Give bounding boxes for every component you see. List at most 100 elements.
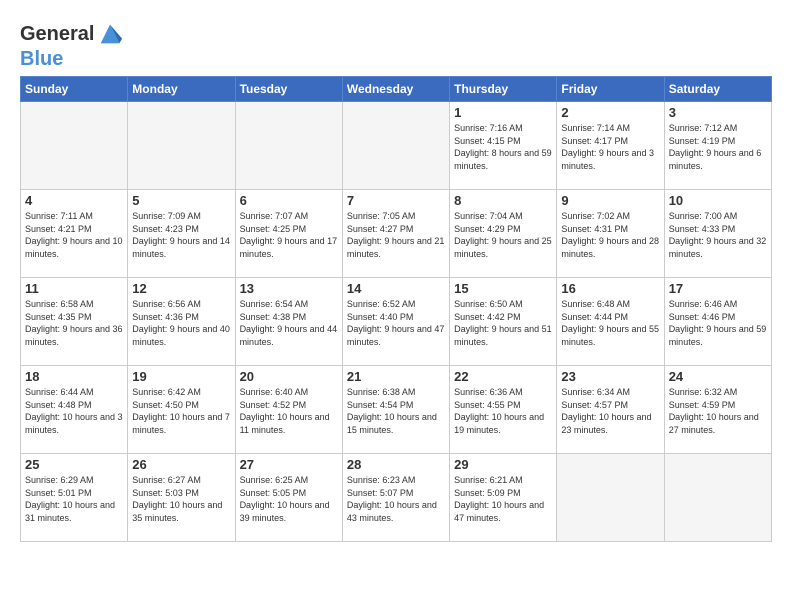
- day-header-monday: Monday: [128, 77, 235, 102]
- day-info: Sunrise: 6:48 AMSunset: 4:44 PMDaylight:…: [561, 298, 659, 348]
- day-number: 8: [454, 193, 552, 208]
- calendar-cell: [557, 454, 664, 542]
- day-number: 9: [561, 193, 659, 208]
- day-info: Sunrise: 6:34 AMSunset: 4:57 PMDaylight:…: [561, 386, 659, 436]
- calendar-cell: 15 Sunrise: 6:50 AMSunset: 4:42 PMDaylig…: [450, 278, 557, 366]
- logo: General Blue: [20, 20, 124, 70]
- day-number: 23: [561, 369, 659, 384]
- day-info: Sunrise: 6:56 AMSunset: 4:36 PMDaylight:…: [132, 298, 230, 348]
- calendar-cell: 22 Sunrise: 6:36 AMSunset: 4:55 PMDaylig…: [450, 366, 557, 454]
- day-number: 18: [25, 369, 123, 384]
- calendar-cell: 23 Sunrise: 6:34 AMSunset: 4:57 PMDaylig…: [557, 366, 664, 454]
- calendar-cell: 12 Sunrise: 6:56 AMSunset: 4:36 PMDaylig…: [128, 278, 235, 366]
- day-header-thursday: Thursday: [450, 77, 557, 102]
- day-number: 24: [669, 369, 767, 384]
- calendar-cell: 11 Sunrise: 6:58 AMSunset: 4:35 PMDaylig…: [21, 278, 128, 366]
- day-info: Sunrise: 6:32 AMSunset: 4:59 PMDaylight:…: [669, 386, 767, 436]
- header: General Blue: [20, 16, 772, 70]
- calendar-cell: 7 Sunrise: 7:05 AMSunset: 4:27 PMDayligh…: [342, 190, 449, 278]
- day-info: Sunrise: 7:14 AMSunset: 4:17 PMDaylight:…: [561, 122, 659, 172]
- week-row-3: 11 Sunrise: 6:58 AMSunset: 4:35 PMDaylig…: [21, 278, 772, 366]
- day-info: Sunrise: 6:42 AMSunset: 4:50 PMDaylight:…: [132, 386, 230, 436]
- day-info: Sunrise: 7:04 AMSunset: 4:29 PMDaylight:…: [454, 210, 552, 260]
- day-info: Sunrise: 7:00 AMSunset: 4:33 PMDaylight:…: [669, 210, 767, 260]
- day-info: Sunrise: 6:44 AMSunset: 4:48 PMDaylight:…: [25, 386, 123, 436]
- calendar-cell: 14 Sunrise: 6:52 AMSunset: 4:40 PMDaylig…: [342, 278, 449, 366]
- day-number: 20: [240, 369, 338, 384]
- day-number: 4: [25, 193, 123, 208]
- calendar-cell: [235, 102, 342, 190]
- day-number: 15: [454, 281, 552, 296]
- calendar-cell: 20 Sunrise: 6:40 AMSunset: 4:52 PMDaylig…: [235, 366, 342, 454]
- calendar-cell: 26 Sunrise: 6:27 AMSunset: 5:03 PMDaylig…: [128, 454, 235, 542]
- calendar-cell: [664, 454, 771, 542]
- day-number: 7: [347, 193, 445, 208]
- calendar-cell: [342, 102, 449, 190]
- day-info: Sunrise: 6:25 AMSunset: 5:05 PMDaylight:…: [240, 474, 338, 524]
- day-number: 21: [347, 369, 445, 384]
- day-info: Sunrise: 7:12 AMSunset: 4:19 PMDaylight:…: [669, 122, 767, 172]
- day-info: Sunrise: 7:09 AMSunset: 4:23 PMDaylight:…: [132, 210, 230, 260]
- day-info: Sunrise: 6:50 AMSunset: 4:42 PMDaylight:…: [454, 298, 552, 348]
- day-number: 28: [347, 457, 445, 472]
- calendar-cell: 16 Sunrise: 6:48 AMSunset: 4:44 PMDaylig…: [557, 278, 664, 366]
- day-info: Sunrise: 7:02 AMSunset: 4:31 PMDaylight:…: [561, 210, 659, 260]
- calendar-cell: 6 Sunrise: 7:07 AMSunset: 4:25 PMDayligh…: [235, 190, 342, 278]
- day-header-friday: Friday: [557, 77, 664, 102]
- day-number: 5: [132, 193, 230, 208]
- calendar-cell: 5 Sunrise: 7:09 AMSunset: 4:23 PMDayligh…: [128, 190, 235, 278]
- day-number: 10: [669, 193, 767, 208]
- calendar-cell: 2 Sunrise: 7:14 AMSunset: 4:17 PMDayligh…: [557, 102, 664, 190]
- day-number: 25: [25, 457, 123, 472]
- day-info: Sunrise: 6:46 AMSunset: 4:46 PMDaylight:…: [669, 298, 767, 348]
- calendar-cell: 10 Sunrise: 7:00 AMSunset: 4:33 PMDaylig…: [664, 190, 771, 278]
- day-info: Sunrise: 6:36 AMSunset: 4:55 PMDaylight:…: [454, 386, 552, 436]
- logo-text-blue: Blue: [20, 48, 63, 70]
- day-info: Sunrise: 7:16 AMSunset: 4:15 PMDaylight:…: [454, 122, 552, 172]
- day-number: 26: [132, 457, 230, 472]
- day-number: 2: [561, 105, 659, 120]
- calendar-cell: 19 Sunrise: 6:42 AMSunset: 4:50 PMDaylig…: [128, 366, 235, 454]
- calendar-cell: 21 Sunrise: 6:38 AMSunset: 4:54 PMDaylig…: [342, 366, 449, 454]
- week-row-1: 1 Sunrise: 7:16 AMSunset: 4:15 PMDayligh…: [21, 102, 772, 190]
- week-row-5: 25 Sunrise: 6:29 AMSunset: 5:01 PMDaylig…: [21, 454, 772, 542]
- day-header-wednesday: Wednesday: [342, 77, 449, 102]
- calendar-cell: 25 Sunrise: 6:29 AMSunset: 5:01 PMDaylig…: [21, 454, 128, 542]
- day-info: Sunrise: 6:29 AMSunset: 5:01 PMDaylight:…: [25, 474, 123, 524]
- day-info: Sunrise: 6:52 AMSunset: 4:40 PMDaylight:…: [347, 298, 445, 348]
- day-info: Sunrise: 6:38 AMSunset: 4:54 PMDaylight:…: [347, 386, 445, 436]
- calendar: SundayMondayTuesdayWednesdayThursdayFrid…: [20, 76, 772, 542]
- calendar-cell: [128, 102, 235, 190]
- day-number: 19: [132, 369, 230, 384]
- calendar-cell: 24 Sunrise: 6:32 AMSunset: 4:59 PMDaylig…: [664, 366, 771, 454]
- calendar-header-row: SundayMondayTuesdayWednesdayThursdayFrid…: [21, 77, 772, 102]
- day-header-sunday: Sunday: [21, 77, 128, 102]
- day-number: 1: [454, 105, 552, 120]
- calendar-cell: 29 Sunrise: 6:21 AMSunset: 5:09 PMDaylig…: [450, 454, 557, 542]
- day-info: Sunrise: 6:40 AMSunset: 4:52 PMDaylight:…: [240, 386, 338, 436]
- calendar-cell: 8 Sunrise: 7:04 AMSunset: 4:29 PMDayligh…: [450, 190, 557, 278]
- day-info: Sunrise: 7:11 AMSunset: 4:21 PMDaylight:…: [25, 210, 123, 260]
- calendar-cell: 28 Sunrise: 6:23 AMSunset: 5:07 PMDaylig…: [342, 454, 449, 542]
- calendar-cell: 27 Sunrise: 6:25 AMSunset: 5:05 PMDaylig…: [235, 454, 342, 542]
- calendar-cell: 17 Sunrise: 6:46 AMSunset: 4:46 PMDaylig…: [664, 278, 771, 366]
- logo-text-general: General: [20, 23, 94, 45]
- day-number: 17: [669, 281, 767, 296]
- calendar-cell: 3 Sunrise: 7:12 AMSunset: 4:19 PMDayligh…: [664, 102, 771, 190]
- week-row-4: 18 Sunrise: 6:44 AMSunset: 4:48 PMDaylig…: [21, 366, 772, 454]
- day-number: 3: [669, 105, 767, 120]
- page: General Blue SundayMondayTuesdayWednesda…: [0, 0, 792, 612]
- day-number: 11: [25, 281, 123, 296]
- day-number: 12: [132, 281, 230, 296]
- day-info: Sunrise: 7:07 AMSunset: 4:25 PMDaylight:…: [240, 210, 338, 260]
- calendar-cell: 4 Sunrise: 7:11 AMSunset: 4:21 PMDayligh…: [21, 190, 128, 278]
- logo-icon: [96, 20, 124, 48]
- calendar-cell: 13 Sunrise: 6:54 AMSunset: 4:38 PMDaylig…: [235, 278, 342, 366]
- calendar-cell: 9 Sunrise: 7:02 AMSunset: 4:31 PMDayligh…: [557, 190, 664, 278]
- day-info: Sunrise: 6:21 AMSunset: 5:09 PMDaylight:…: [454, 474, 552, 524]
- day-number: 22: [454, 369, 552, 384]
- day-number: 13: [240, 281, 338, 296]
- calendar-cell: 1 Sunrise: 7:16 AMSunset: 4:15 PMDayligh…: [450, 102, 557, 190]
- day-number: 27: [240, 457, 338, 472]
- day-info: Sunrise: 6:54 AMSunset: 4:38 PMDaylight:…: [240, 298, 338, 348]
